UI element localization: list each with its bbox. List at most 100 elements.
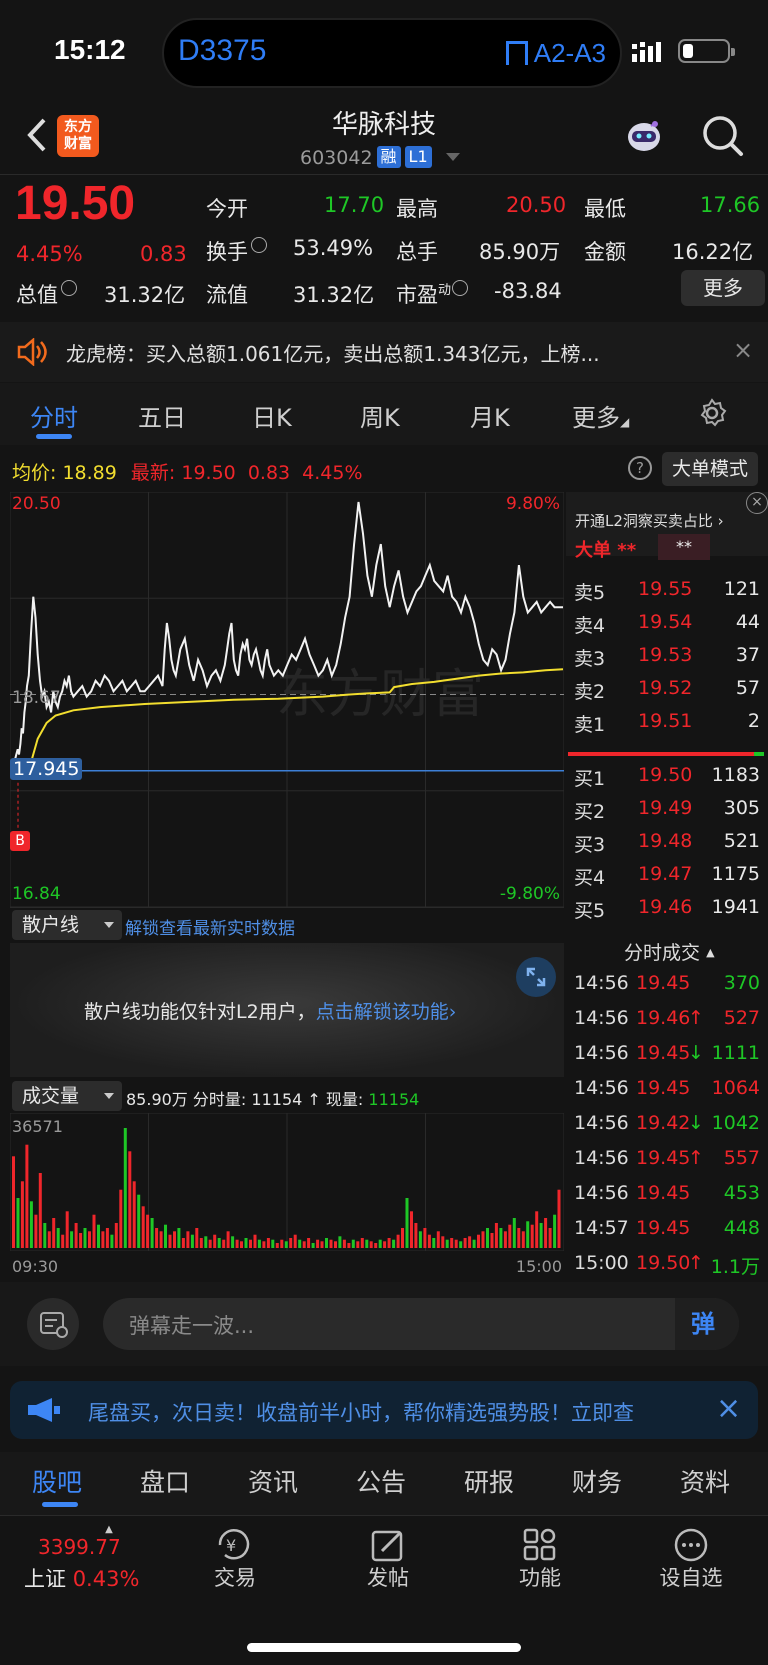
- home-indicator[interactable]: [247, 1643, 521, 1652]
- y-axis-bottom: 16.84: [12, 884, 61, 904]
- close-icon[interactable]: ×: [716, 1391, 741, 1426]
- close-icon[interactable]: ×: [733, 336, 753, 364]
- stock-code-row[interactable]: 603042 融 L1: [300, 146, 460, 169]
- volume-bar: [423, 1228, 427, 1248]
- dragon-tiger-banner[interactable]: 龙虎榜：买入总额1.061亿元，卖出总额1.343亿元，上榜... ×: [0, 322, 768, 382]
- nav-trade[interactable]: 交易: [190, 1562, 280, 1592]
- tick-time: 15:00: [574, 1252, 629, 1274]
- volume-bar: [79, 1233, 83, 1248]
- more-button[interactable]: 更多: [681, 270, 765, 306]
- tab-profile[interactable]: 资料: [680, 1463, 730, 1499]
- nav-add-watchlist[interactable]: 设自选: [646, 1562, 736, 1592]
- y-axis-mid: 18.67: [12, 688, 61, 708]
- settings-gear-icon[interactable]: [697, 398, 727, 432]
- danmu-input[interactable]: 弹幕走一波... 弹: [103, 1298, 739, 1350]
- volume-bar: [481, 1231, 485, 1248]
- tick-list: 14:56 19.45 370 14:56 19.46 ↑ 527 14:56 19.45 ↓ 11…: [566, 972, 768, 1287]
- volume-bar: [508, 1224, 512, 1248]
- caret-up-icon: ▲: [706, 946, 715, 959]
- trade-icon: ¥: [212, 1527, 256, 1567]
- level-tag: L1: [404, 146, 432, 168]
- speaker-icon: [16, 337, 48, 370]
- danmu-settings-icon[interactable]: [27, 1298, 79, 1350]
- turnover-label[interactable]: 换手: [206, 236, 267, 266]
- index-value: 3399.77: [38, 1535, 121, 1559]
- volume-bar: [557, 1189, 561, 1248]
- ticks-title[interactable]: 分时成交 ▲: [624, 938, 715, 965]
- tick-price: 19.45: [636, 1182, 691, 1204]
- tab-more[interactable]: 更多◢: [572, 398, 629, 433]
- tab-forum[interactable]: 股吧: [32, 1463, 82, 1499]
- y-axis-top: 20.50: [12, 494, 61, 514]
- volume-bar: [396, 1234, 400, 1248]
- masked-value: **: [617, 540, 637, 561]
- volume-bar: [128, 1151, 132, 1248]
- volume-bar: [289, 1238, 293, 1248]
- help-icon[interactable]: ?: [628, 456, 652, 480]
- unlock-feature-link[interactable]: 点击解锁该功能›: [316, 1001, 457, 1023]
- unlock-link[interactable]: 解锁查看最新实时数据: [125, 914, 295, 939]
- tab-news[interactable]: 资讯: [248, 1463, 298, 1499]
- divider: [0, 174, 768, 175]
- turnover-value: 53.49%: [293, 236, 374, 260]
- index-widget[interactable]: ▲ 3399.77 上证 0.43%: [24, 1524, 164, 1593]
- live-activity[interactable]: D3375 A2-A3: [162, 18, 622, 88]
- l2-promo-label: 开通L2洞察买卖占比: [575, 512, 713, 530]
- tab-monthly-k[interactable]: 月K: [470, 398, 510, 433]
- change-amount: 0.83: [140, 242, 187, 266]
- search-icon[interactable]: [700, 113, 746, 159]
- level-qty: 305: [723, 797, 760, 819]
- tick-row: 14:56 19.46 ↑ 527: [566, 1007, 768, 1042]
- nav-post[interactable]: 发帖: [343, 1562, 433, 1592]
- pe-label[interactable]: 市盈动: [396, 279, 469, 309]
- volume-bar: [12, 1156, 15, 1248]
- promo-banner[interactable]: 尾盘买，次日卖！收盘前半小时，帮你精选强势股！立即查 ×: [10, 1381, 758, 1439]
- danmu-toggle-button[interactable]: 弹: [675, 1298, 739, 1350]
- bid-row: 买3 19.48 521: [566, 830, 768, 863]
- tab-finance[interactable]: 财务: [572, 1463, 622, 1499]
- volume-select[interactable]: 成交量: [12, 1081, 122, 1111]
- tab-five-day[interactable]: 五日: [138, 398, 186, 433]
- tick-qty: 1042: [711, 1112, 760, 1134]
- level-price: 19.46: [638, 896, 693, 918]
- tab-intraday[interactable]: 分时: [30, 398, 78, 433]
- tab-order-book[interactable]: 盘口: [140, 1463, 190, 1499]
- caret-down-icon: [104, 922, 114, 928]
- tab-research[interactable]: 研报: [464, 1463, 514, 1499]
- level-price: 19.54: [638, 611, 693, 633]
- level-label: 卖1: [574, 714, 606, 736]
- caret-up-icon: ▲: [105, 1524, 113, 1535]
- volume-bar: [25, 1144, 29, 1248]
- volume-value: 85.90万: [479, 240, 561, 264]
- volume-chart[interactable]: 36571 09:30 15:00: [10, 1113, 564, 1276]
- volume-bar: [52, 1218, 56, 1248]
- buy-marker[interactable]: B: [10, 830, 30, 851]
- volume-bar: [338, 1236, 342, 1248]
- volume-max: 36571: [12, 1117, 63, 1136]
- robot-assistant-icon[interactable]: [625, 116, 663, 154]
- tick-price: 19.45: [636, 972, 691, 994]
- level-price: 19.48: [638, 830, 693, 852]
- close-icon[interactable]: ×: [746, 492, 768, 514]
- volume-bar: [208, 1239, 212, 1248]
- tab-daily-k[interactable]: 日K: [252, 398, 292, 433]
- price-marker-label[interactable]: 17.945: [10, 757, 83, 780]
- info-icon: [61, 280, 77, 296]
- mktcap-label[interactable]: 总值: [16, 279, 77, 309]
- megaphone-icon: [26, 1397, 66, 1427]
- volume-bar: [56, 1228, 60, 1248]
- big-order-mode-button[interactable]: 大单模式: [662, 452, 758, 486]
- intraday-chart[interactable]: 东方财富 20.50 9.80% 18.67 16.84 -9.80% 17.9…: [10, 492, 564, 907]
- tab-announcements[interactable]: 公告: [356, 1463, 406, 1499]
- tab-weekly-k[interactable]: 周K: [360, 398, 400, 433]
- expand-icon[interactable]: [516, 957, 556, 997]
- level-qty: 2: [747, 710, 760, 732]
- ask-row: 卖3 19.53 37: [566, 644, 768, 677]
- l2-promo[interactable]: 开通L2洞察买卖占比 › 大单 ** ** ×: [566, 492, 768, 561]
- volume-bar: [490, 1233, 494, 1248]
- open-label: 今开: [206, 197, 248, 221]
- tab-more-label: 更多: [572, 404, 620, 432]
- volume-bar: [177, 1228, 181, 1248]
- nav-functions[interactable]: 功能: [495, 1562, 585, 1592]
- retail-line-select[interactable]: 散户线: [12, 910, 122, 940]
